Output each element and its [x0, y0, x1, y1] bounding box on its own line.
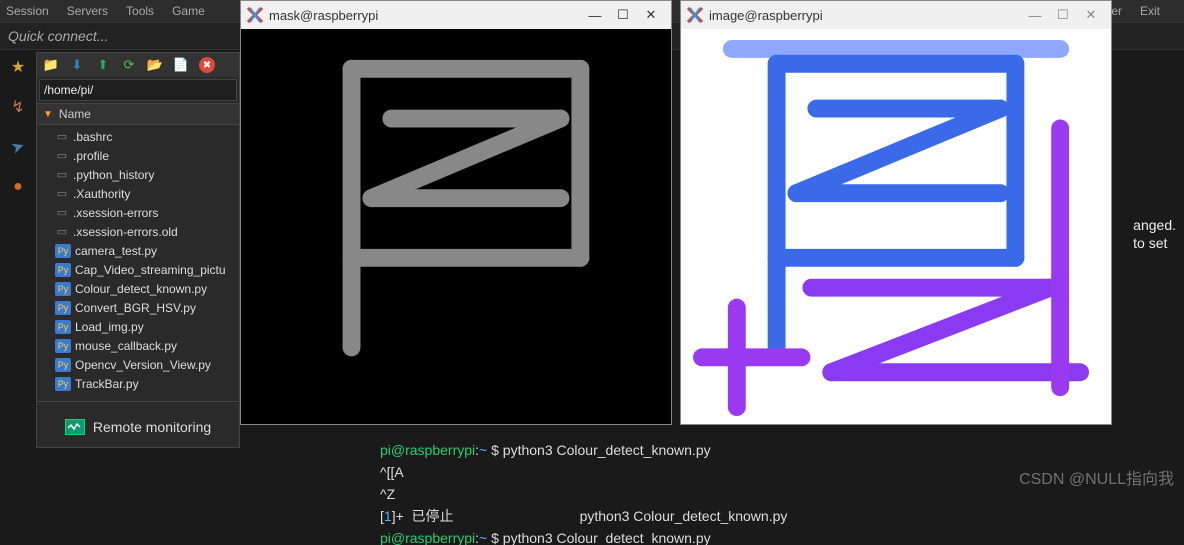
column-header-label: Name	[59, 107, 91, 121]
menu-session[interactable]: Session	[6, 4, 49, 18]
menu-exit[interactable]: Exit	[1140, 4, 1160, 18]
file-panel: 📁 ⬇ ⬆ ⟳ 📂 📄 ✖ /home/pi/ ▼ Name ▭.bashrc▭…	[36, 52, 240, 448]
file-name: Convert_BGR_HSV.py	[75, 301, 196, 315]
file-row[interactable]: ▭ .python_history	[37, 165, 239, 184]
python-file-icon: Py	[55, 320, 71, 334]
file-row[interactable]: Py mouse_callback.py	[37, 336, 239, 355]
path-input[interactable]: /home/pi/	[39, 79, 237, 101]
titlebar-image[interactable]: image@raspberrypi — ☐ ✕	[681, 1, 1111, 29]
maximize-button[interactable]: ☐	[1049, 5, 1077, 25]
newfolder-icon[interactable]: 📂	[147, 57, 163, 73]
file-row[interactable]: Py Load_img.py	[37, 317, 239, 336]
refresh-icon[interactable]: ⟳	[121, 57, 137, 73]
minimize-button[interactable]: —	[581, 5, 609, 25]
file-row[interactable]: Py Cap_Video_streaming_pictu	[37, 260, 239, 279]
python-file-icon: Py	[55, 377, 71, 391]
file-row[interactable]: Py Convert_BGR_HSV.py	[37, 298, 239, 317]
window-image: image@raspberrypi — ☐ ✕	[680, 0, 1112, 425]
file-name: Load_img.py	[75, 320, 144, 334]
file-name: .profile	[73, 149, 109, 163]
python-file-icon: Py	[55, 301, 71, 315]
file-icon: ▭	[55, 149, 69, 163]
folder-icon[interactable]: 📁	[43, 57, 59, 73]
python-file-icon: Py	[55, 358, 71, 372]
python-file-icon: Py	[55, 263, 71, 277]
file-row[interactable]: ▭ .bashrc	[37, 127, 239, 146]
window-mask: mask@raspberrypi — ☐ ✕	[240, 0, 672, 425]
image-canvas	[681, 29, 1111, 424]
send-icon[interactable]: ➤	[4, 133, 32, 161]
file-name: .xsession-errors	[73, 206, 158, 220]
rocket-icon[interactable]: ↯	[7, 96, 29, 118]
python-file-icon: Py	[55, 339, 71, 353]
file-row[interactable]: ▭ .xsession-errors.old	[37, 222, 239, 241]
globe-icon[interactable]: ●	[7, 176, 29, 198]
python-file-icon: Py	[55, 244, 71, 258]
file-list: ▭ .bashrc ▭ .profile ▭ .python_history ▭ .Xauth…	[37, 125, 239, 395]
column-header-name[interactable]: ▼ Name	[37, 103, 239, 125]
close-button[interactable]: ✕	[1077, 5, 1105, 25]
remote-monitoring-button[interactable]: Remote monitoring	[37, 407, 239, 447]
menu-tools[interactable]: Tools	[126, 4, 154, 18]
file-row[interactable]: ▭ .profile	[37, 146, 239, 165]
monitor-icon	[65, 419, 85, 435]
mask-canvas	[241, 29, 671, 424]
file-icon: ▭	[55, 225, 69, 239]
xorg-icon	[247, 7, 263, 23]
file-name: mouse_callback.py	[75, 339, 177, 353]
file-name: camera_test.py	[75, 244, 157, 258]
star-icon[interactable]: ★	[7, 56, 29, 78]
xorg-icon	[687, 7, 703, 23]
newfile-icon[interactable]: 📄	[173, 57, 189, 73]
file-icon: ▭	[55, 168, 69, 182]
file-icon: ▭	[55, 130, 69, 144]
file-name: TrackBar.py	[75, 377, 139, 391]
file-toolbar: 📁 ⬇ ⬆ ⟳ 📂 📄 ✖	[37, 53, 239, 77]
file-name: Colour_detect_known.py	[75, 282, 207, 296]
minimize-button[interactable]: —	[1021, 5, 1049, 25]
window-title-mask: mask@raspberrypi	[269, 8, 378, 23]
delete-icon[interactable]: ✖	[199, 57, 215, 73]
upload-icon[interactable]: ⬆	[95, 57, 111, 73]
file-name: .xsession-errors.old	[73, 225, 178, 239]
watermark: CSDN @NULL指向我	[1019, 465, 1174, 489]
file-icon: ▭	[55, 187, 69, 201]
file-name: Cap_Video_streaming_pictu	[75, 263, 226, 277]
file-row[interactable]: Py TrackBar.py	[37, 374, 239, 393]
download-icon[interactable]: ⬇	[69, 57, 85, 73]
file-row[interactable]: Py Colour_detect_known.py	[37, 279, 239, 298]
close-button[interactable]: ✕	[637, 5, 665, 25]
maximize-button[interactable]: ☐	[609, 5, 637, 25]
file-row[interactable]: Py Opencv_Version_View.py	[37, 355, 239, 374]
file-row[interactable]: ▭ .Xauthority	[37, 184, 239, 203]
menu-servers[interactable]: Servers	[67, 4, 108, 18]
terminal-partial-text: anged. to set	[1133, 216, 1176, 252]
file-row[interactable]: Py camera_test.py	[37, 241, 239, 260]
remote-monitoring-label: Remote monitoring	[93, 419, 211, 435]
file-name: .bashrc	[73, 130, 112, 144]
menu-games[interactable]: Game	[172, 4, 205, 18]
file-icon: ▭	[55, 206, 69, 220]
left-sidebar: ★ ↯ ➤ ●	[0, 50, 36, 198]
sort-arrow-icon: ▼	[43, 109, 53, 120]
window-title-image: image@raspberrypi	[709, 8, 823, 23]
file-row[interactable]: ▭ .xsession-errors	[37, 203, 239, 222]
file-name: .Xauthority	[73, 187, 130, 201]
titlebar-mask[interactable]: mask@raspberrypi — ☐ ✕	[241, 1, 671, 29]
file-name: Opencv_Version_View.py	[75, 358, 211, 372]
file-name: .python_history	[73, 168, 154, 182]
python-file-icon: Py	[55, 282, 71, 296]
